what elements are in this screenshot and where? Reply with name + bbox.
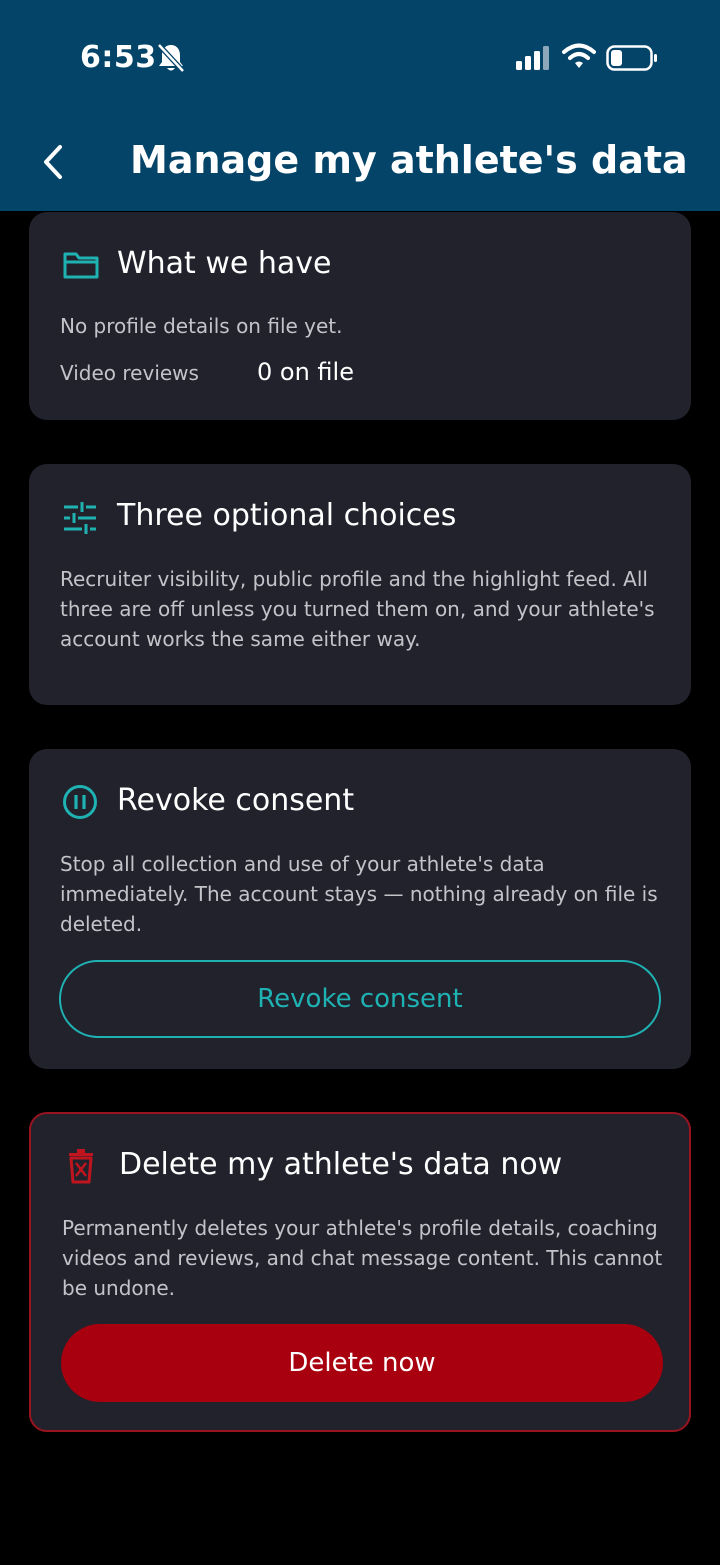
video-reviews-label: Video reviews	[60, 361, 199, 385]
status-time: 6:53	[80, 40, 157, 75]
video-reviews-value: 0 on file	[257, 358, 354, 386]
optional-choices-card: Three optional choices Recruiter visibil…	[29, 464, 691, 705]
delete-description: Permanently deletes your athlete's profi…	[62, 1216, 663, 1300]
trash-x-icon	[69, 1149, 93, 1184]
what-we-have-card: What we have No profile details on file …	[29, 212, 691, 420]
folder-icon	[63, 252, 99, 279]
card-title: Revoke consent	[117, 783, 355, 818]
revoke-consent-card: Revoke consent Stop all collection and u…	[29, 749, 691, 1069]
page-title: Manage my athlete's data	[130, 138, 688, 182]
profile-status-text: No profile details on file yet.	[60, 314, 343, 338]
delete-data-card: Delete my athlete's data now Permanently…	[29, 1112, 691, 1432]
app-header: Manage my athlete's data	[0, 120, 720, 211]
card-title: Delete my athlete's data now	[119, 1147, 563, 1182]
revoke-description: Stop all collection and use of your athl…	[60, 852, 658, 936]
card-title: Three optional choices	[117, 498, 457, 533]
revoke-consent-button[interactable]: Revoke consent	[59, 960, 661, 1038]
chevron-left-icon[interactable]	[36, 142, 76, 182]
battery-icon	[606, 45, 657, 71]
wifi-icon	[562, 43, 596, 68]
signal-icon	[516, 46, 549, 70]
delete-now-button[interactable]: Delete now	[61, 1324, 663, 1402]
pause-circle-icon	[63, 785, 97, 819]
bell-slash-icon	[157, 43, 185, 73]
sliders-icon	[64, 502, 96, 534]
card-title: What we have	[117, 246, 332, 281]
status-bar: 6:53	[0, 0, 720, 120]
choices-description: Recruiter visibility, public profile and…	[60, 567, 655, 651]
